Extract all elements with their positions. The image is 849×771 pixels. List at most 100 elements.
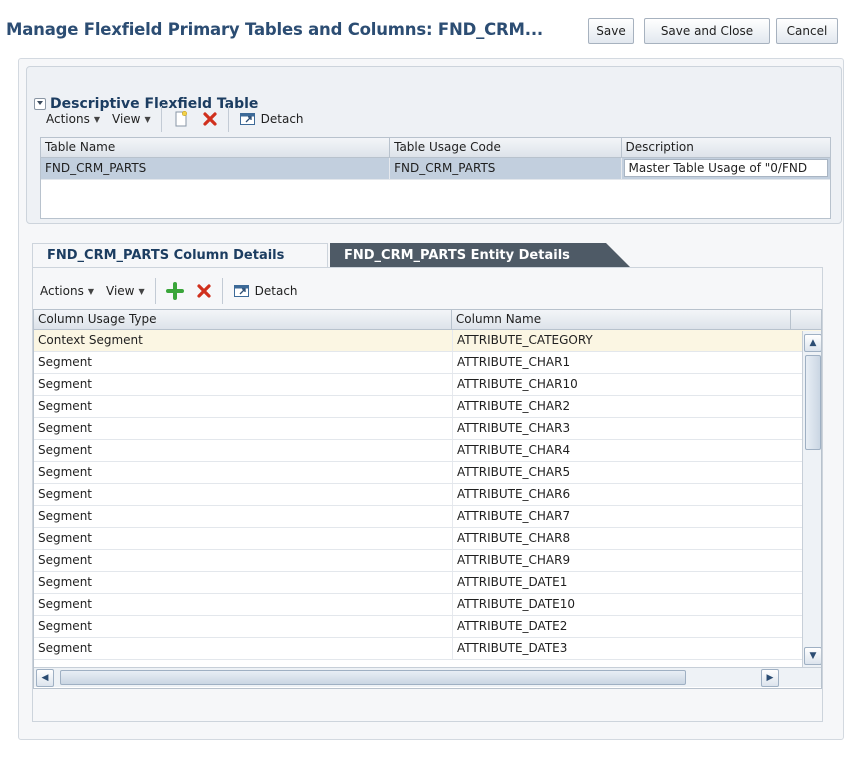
description-field[interactable]: Master Table Usage of "0/FND — [623, 159, 828, 177]
column-header[interactable]: Description — [622, 138, 830, 157]
page-title: Manage Flexfield Primary Tables and Colu… — [6, 20, 543, 39]
toolbar-divider — [221, 278, 223, 304]
chevron-down-icon: ▼ — [144, 114, 151, 124]
table-body: Context Segment ATTRIBUTE_CATEGORY Segment… — [34, 330, 821, 660]
dft-new-button[interactable] — [166, 110, 196, 128]
table-cell: Segment — [34, 506, 453, 527]
table-row[interactable]: Segment ATTRIBUTE_DATE3 — [34, 638, 821, 660]
dft-view-menu[interactable]: View ▼ — [106, 112, 157, 126]
table-cell: ATTRIBUTE_CHAR7 — [457, 509, 571, 523]
col-actions-label: Actions — [40, 284, 84, 298]
scroll-left-icon[interactable]: ◀ — [36, 669, 54, 687]
page-header: Manage Flexfield Primary Tables and Colu… — [0, 0, 849, 58]
header-filler — [791, 310, 821, 329]
table-cell: ATTRIBUTE_CATEGORY — [457, 333, 593, 347]
save-and-close-label: Save and Close — [660, 24, 754, 38]
col-add-button[interactable] — [160, 282, 190, 300]
table-cell: ATTRIBUTE_CHAR9 — [457, 553, 571, 567]
table-cell: Segment — [34, 440, 453, 461]
scroll-thumb[interactable] — [60, 670, 686, 685]
tab-entity-details[interactable]: FND_CRM_PARTS Entity Details — [330, 243, 630, 267]
table-cell: ATTRIBUTE_DATE10 — [457, 597, 576, 611]
dft-detach-button[interactable]: Detach — [233, 111, 310, 127]
table-cell: ATTRIBUTE_CHAR5 — [457, 465, 571, 479]
table-cell: Segment — [34, 638, 453, 659]
table-cell: ATTRIBUTE_DATE1 — [457, 575, 568, 589]
table-cell: FND_CRM_PARTS — [41, 158, 391, 179]
vertical-scrollbar[interactable]: ▲ ▼ — [802, 331, 821, 668]
table-row[interactable]: Segment ATTRIBUTE_CHAR10 — [34, 374, 821, 396]
table-cell: ATTRIBUTE_CHAR8 — [457, 531, 571, 545]
table-row[interactable]: Segment ATTRIBUTE_CHAR9 — [34, 550, 821, 572]
detach-icon — [233, 285, 249, 297]
scroll-up-icon[interactable]: ▲ — [804, 334, 821, 352]
table-row[interactable]: FND_CRM_PARTS FND_CRM_PARTS Master Table… — [41, 158, 830, 180]
dft-table: Table Name Table Usage Code Description … — [40, 137, 831, 219]
chevron-down-icon: ▼ — [87, 286, 94, 296]
add-icon — [165, 282, 184, 300]
table-cell: Segment — [34, 528, 453, 549]
table-cell: ATTRIBUTE_CHAR2 — [457, 399, 571, 413]
column-toolbar: Actions ▼ View ▼ Detach — [34, 276, 304, 306]
table-header: Table Name Table Usage Code Description — [41, 138, 830, 158]
table-cell: Segment — [34, 374, 453, 395]
dft-actions-label: Actions — [46, 112, 90, 126]
table-cell: ATTRIBUTE_DATE3 — [457, 641, 568, 655]
col-delete-button[interactable] — [190, 283, 218, 299]
table-row[interactable]: Segment ATTRIBUTE_CHAR3 — [34, 418, 821, 440]
table-row[interactable]: Segment ATTRIBUTE_CHAR4 — [34, 440, 821, 462]
save-and-close-button[interactable]: Save and Close — [644, 18, 770, 44]
table-row[interactable]: Segment ATTRIBUTE_DATE1 — [34, 572, 821, 594]
table-cell: ATTRIBUTE_CHAR10 — [457, 377, 578, 391]
tab-column-details[interactable]: FND_CRM_PARTS Column Details — [32, 243, 328, 267]
table-cell: Segment — [34, 396, 453, 417]
toolbar-divider — [160, 106, 162, 132]
col-view-label: View — [106, 284, 135, 298]
table-cell: Segment — [34, 352, 453, 373]
column-header[interactable]: Table Usage Code — [390, 138, 622, 157]
table-cell: Segment — [34, 594, 453, 615]
table-cell: FND_CRM_PARTS — [390, 158, 622, 179]
dft-view-label: View — [112, 112, 141, 126]
table-row[interactable]: Context Segment ATTRIBUTE_CATEGORY — [34, 330, 821, 352]
table-row[interactable]: Segment ATTRIBUTE_CHAR5 — [34, 462, 821, 484]
table-cell: Master Table Usage of "0/FND — [622, 158, 830, 179]
table-cell: Segment — [34, 484, 453, 505]
chevron-down-icon: ▼ — [138, 286, 145, 296]
col-view-menu[interactable]: View ▼ — [100, 284, 151, 298]
cancel-button[interactable]: Cancel — [776, 18, 838, 44]
column-header[interactable]: Column Name — [452, 310, 792, 329]
table-row[interactable]: Segment ATTRIBUTE_CHAR2 — [34, 396, 821, 418]
dft-toolbar: Actions ▼ View ▼ Detach — [40, 104, 310, 134]
column-table: Column Usage Type Column Name Context Se… — [33, 309, 822, 689]
new-document-icon — [175, 110, 187, 127]
horizontal-scrollbar[interactable]: ◀ ▶ — [34, 667, 821, 687]
table-cell: ATTRIBUTE_CHAR6 — [457, 487, 571, 501]
table-row[interactable]: Segment ATTRIBUTE_CHAR8 — [34, 528, 821, 550]
table-row[interactable]: Segment ATTRIBUTE_CHAR7 — [34, 506, 821, 528]
delete-icon — [197, 284, 211, 298]
table-cell: Segment — [34, 550, 453, 571]
table-header: Column Usage Type Column Name — [34, 310, 821, 330]
col-actions-menu[interactable]: Actions ▼ — [34, 284, 100, 298]
scroll-down-icon[interactable]: ▼ — [804, 647, 821, 665]
scroll-thumb[interactable] — [805, 355, 821, 450]
dft-delete-button[interactable] — [196, 111, 224, 127]
column-header[interactable]: Table Name — [41, 138, 391, 157]
table-cell: Context Segment — [34, 330, 453, 351]
table-cell: ATTRIBUTE_CHAR1 — [457, 355, 571, 369]
table-row[interactable]: Segment ATTRIBUTE_DATE2 — [34, 616, 821, 638]
scroll-right-icon[interactable]: ▶ — [761, 669, 779, 687]
delete-icon — [203, 112, 217, 126]
table-row[interactable]: Segment ATTRIBUTE_CHAR6 — [34, 484, 821, 506]
column-header[interactable]: Column Usage Type — [34, 310, 452, 329]
toolbar-divider — [227, 106, 229, 132]
table-cell: Segment — [34, 418, 453, 439]
table-row[interactable]: Segment ATTRIBUTE_CHAR1 — [34, 352, 821, 374]
table-cell: Segment — [34, 616, 453, 637]
dft-actions-menu[interactable]: Actions ▼ — [40, 112, 106, 126]
save-button[interactable]: Save — [588, 18, 634, 44]
table-cell: Segment — [34, 462, 453, 483]
table-row[interactable]: Segment ATTRIBUTE_DATE10 — [34, 594, 821, 616]
col-detach-button[interactable]: Detach — [227, 283, 304, 299]
